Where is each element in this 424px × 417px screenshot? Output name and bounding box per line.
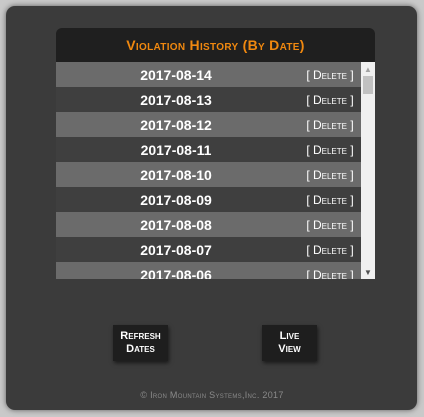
delete-button[interactable]: [ Delete ] [299, 168, 361, 182]
violation-date[interactable]: 2017-08-09 [56, 192, 296, 208]
scroll-down-arrow-icon[interactable]: ▼ [361, 265, 375, 279]
list-item: 2017-08-12[ Delete ] [56, 112, 361, 137]
delete-button[interactable]: [ Delete ] [299, 268, 361, 280]
delete-button[interactable]: [ Delete ] [299, 143, 361, 157]
list-item: 2017-08-10[ Delete ] [56, 162, 361, 187]
list-item: 2017-08-06[ Delete ] [56, 262, 361, 279]
scrollbar-thumb[interactable] [363, 76, 373, 94]
violation-date[interactable]: 2017-08-11 [56, 142, 296, 158]
list-item: 2017-08-08[ Delete ] [56, 212, 361, 237]
delete-button[interactable]: [ Delete ] [299, 243, 361, 257]
live-label-line1: Live [279, 330, 300, 342]
live-label-line2: View [278, 343, 301, 355]
list-item: 2017-08-09[ Delete ] [56, 187, 361, 212]
violation-date[interactable]: 2017-08-07 [56, 242, 296, 258]
delete-button[interactable]: [ Delete ] [299, 218, 361, 232]
violation-history-header: Violation History (By Date) [56, 28, 375, 62]
page-title: Violation History (By Date) [126, 37, 305, 53]
date-rows: 2017-08-14[ Delete ] 2017-08-13[ Delete ]… [56, 62, 361, 279]
violation-date[interactable]: 2017-08-06 [56, 267, 296, 280]
list-item: 2017-08-13[ Delete ] [56, 87, 361, 112]
list-item: 2017-08-07[ Delete ] [56, 237, 361, 262]
list-scrollbar[interactable]: ▲ ▼ [361, 62, 375, 279]
list-item: 2017-08-11[ Delete ] [56, 137, 361, 162]
live-view-button[interactable]: Live View [262, 325, 317, 361]
copyright-footer: © Iron Mountain Systems,Inc. 2017 [140, 390, 284, 400]
delete-button[interactable]: [ Delete ] [299, 68, 361, 82]
refresh-label-line2: Dates [126, 343, 155, 355]
violation-date[interactable]: 2017-08-10 [56, 167, 296, 183]
violation-date[interactable]: 2017-08-14 [56, 67, 296, 83]
violation-date[interactable]: 2017-08-13 [56, 92, 296, 108]
refresh-label-line1: Refresh [120, 330, 161, 342]
list-item: 2017-08-14[ Delete ] [56, 62, 361, 87]
violation-date[interactable]: 2017-08-08 [56, 217, 296, 233]
scroll-up-arrow-icon[interactable]: ▲ [361, 62, 375, 76]
refresh-dates-button[interactable]: Refresh Dates [113, 325, 168, 361]
violation-date-list[interactable]: 2017-08-14[ Delete ] 2017-08-13[ Delete ]… [56, 62, 375, 279]
delete-button[interactable]: [ Delete ] [299, 118, 361, 132]
violation-date[interactable]: 2017-08-12 [56, 117, 296, 133]
delete-button[interactable]: [ Delete ] [299, 93, 361, 107]
delete-button[interactable]: [ Delete ] [299, 193, 361, 207]
